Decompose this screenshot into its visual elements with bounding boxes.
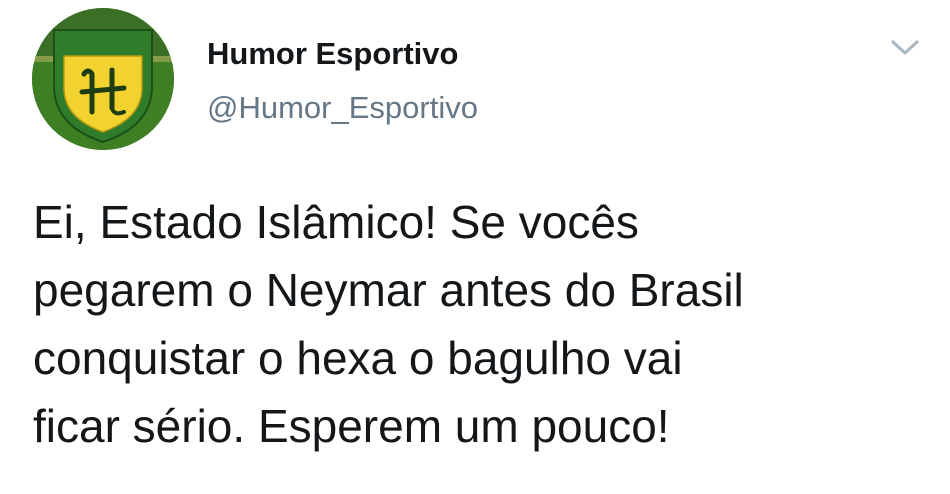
author-display-name[interactable]: Humor Esportivo	[207, 36, 458, 72]
tweet-card: Humor Esportivo @Humor_Esportivo Ei, Est…	[0, 0, 950, 494]
tweet-menu-button[interactable]	[888, 36, 922, 60]
shield-logo-icon	[32, 8, 174, 150]
tweet-text: Ei, Estado Islâmico! Se vocês pegarem o …	[33, 196, 744, 452]
avatar[interactable]	[32, 8, 174, 150]
chevron-down-icon	[891, 40, 919, 55]
author-handle[interactable]: @Humor_Esportivo	[207, 90, 478, 126]
